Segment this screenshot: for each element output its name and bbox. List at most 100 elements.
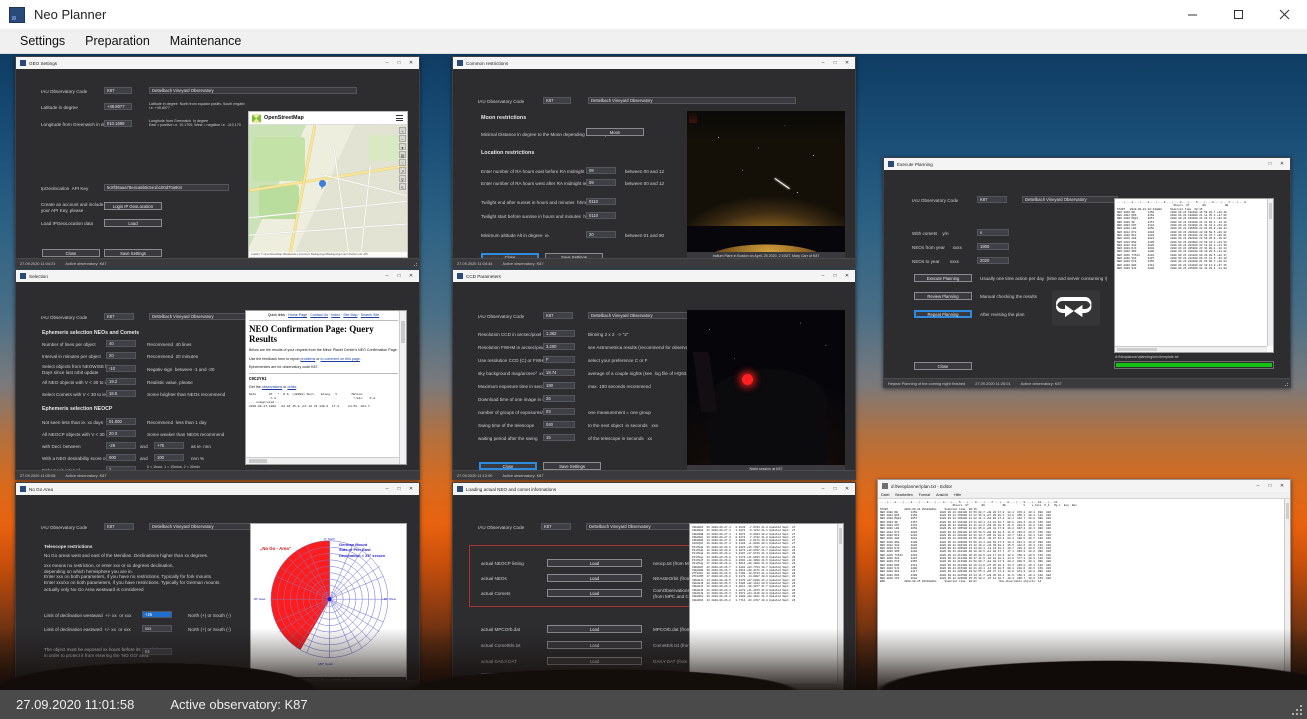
notepad-close-icon[interactable]: ✕ [1276, 480, 1288, 492]
common-field-ra-west[interactable]: 09 [586, 179, 616, 186]
nogo-maximize-icon[interactable]: □ [393, 483, 405, 495]
menu-settings[interactable]: Settings [10, 30, 75, 52]
nogo-close-icon[interactable]: ✕ [405, 483, 417, 495]
osm-zoom-in-icon[interactable]: + [399, 127, 406, 134]
selection-maximize-icon[interactable]: □ [393, 270, 405, 282]
ccd-field-wait[interactable]: 15 [543, 434, 575, 441]
hamburger-icon[interactable] [396, 115, 403, 121]
geo-field-iau[interactable]: K87 [104, 87, 132, 94]
common-close-icon[interactable]: ✕ [841, 57, 853, 69]
ccd-field-maxexp[interactable]: 180 [543, 382, 575, 389]
selection-field-lines[interactable]: 40 [106, 340, 136, 347]
ccd-close-icon[interactable]: ✕ [841, 270, 853, 282]
selection-field-neowise[interactable]: -10 [106, 365, 136, 372]
loading-close-icon[interactable]: ✕ [841, 483, 853, 495]
execute-close-icon[interactable]: ✕ [1276, 158, 1288, 170]
execute-field-iau[interactable]: K87 [977, 196, 1007, 203]
ccd-minimize-icon[interactable]: – [817, 270, 829, 282]
browser-hscrollbar[interactable] [246, 457, 399, 464]
quicklink-index[interactable]: Index [331, 313, 340, 317]
notepad-menu-ansicht[interactable]: Ansicht [936, 493, 948, 497]
geo-login-button[interactable]: Login IP GeoLocation [104, 202, 162, 210]
quicklink-search[interactable]: Search Site [361, 313, 380, 317]
selection-field-decl-min[interactable]: -29 [106, 442, 136, 449]
browser-link-orbits[interactable]: orbits [287, 385, 296, 389]
window-notepad[interactable]: d:\Neoplanner\plan.txt - Editor – □ ✕ Da… [877, 479, 1291, 690]
geo-field-longitude[interactable]: 010.1699 [104, 120, 132, 127]
loading-load-cometels-button[interactable]: Load [547, 641, 642, 649]
execute-plan-hscrollbar[interactable] [1115, 346, 1267, 352]
loading-minimize-icon[interactable]: – [817, 483, 829, 495]
ccd-field-use-res[interactable]: F [543, 356, 575, 363]
loading-data-panel[interactable]: C0EU2FZ 59 2020-09-27.4 0.9133 -7.9793 2… [689, 523, 844, 690]
notepad-maximize-icon[interactable]: □ [1264, 480, 1276, 492]
notepad-vscrollbar[interactable] [1284, 499, 1290, 690]
selection-field-iau[interactable]: K87 [104, 313, 134, 320]
nogo-minimize-icon[interactable]: – [381, 483, 393, 495]
geo-close-button[interactable]: Close [42, 249, 100, 257]
close-icon[interactable] [1261, 0, 1307, 29]
execute-close-button[interactable]: Close [914, 362, 972, 370]
ccd-field-groups[interactable]: 03 [543, 408, 575, 415]
geo-field-latitude[interactable]: +49.8077 [104, 103, 132, 110]
selection-browser-panel[interactable]: Quick links : Home Page · Contact Us · I… [245, 310, 407, 465]
nogo-field-dec-west[interactable]: +25 [142, 611, 172, 618]
ccd-maximize-icon[interactable]: □ [829, 270, 841, 282]
common-field-min-altitude[interactable]: 20 [586, 231, 616, 238]
browser-quicklinks[interactable]: Quick links : Home Page · Contact Us · I… [249, 313, 398, 317]
geo-close-icon[interactable]: ✕ [405, 57, 417, 69]
review-planning-button[interactable]: Review Planning [914, 292, 972, 300]
notepad-text-area[interactable]: ....|....1....|....2....|....3....|....4… [878, 499, 1290, 690]
quicklink-sitemap[interactable]: Site Map [343, 313, 357, 317]
selection-field-interval[interactable]: 20 [106, 352, 136, 359]
nogo-field-iau[interactable]: K87 [104, 523, 134, 530]
nogo-field-dec-east[interactable]: xxx [142, 625, 172, 632]
notepad-menu-bearbeiten[interactable]: Bearbeiten [895, 493, 912, 497]
osm-layers-icon[interactable]: ▤ [399, 151, 406, 158]
menu-preparation[interactable]: Preparation [75, 30, 160, 52]
ccd-close-button[interactable]: Close [479, 462, 537, 470]
selection-field-neo-v[interactable]: 19.2 [106, 378, 136, 385]
browser-link-comment[interactable]: to comment on this page [321, 357, 360, 361]
execute-restore-icon[interactable]: □ [1264, 158, 1276, 170]
maximize-icon[interactable] [1215, 0, 1261, 29]
browser-link-observations[interactable]: observations [262, 385, 282, 389]
osm-zoom-out-icon[interactable]: − [399, 135, 406, 142]
window-loading-neo[interactable]: Loading actual NEO and comet information… [452, 482, 856, 690]
loading-load-neos-button[interactable]: Load [547, 574, 642, 582]
geo-map-panel[interactable]: OpenStreetMap [248, 111, 408, 258]
geo-field-apikey[interactable]: 5c8f38aaa78e4ca6b5c5e1b100d70a904 [104, 184, 229, 191]
window-execute-planning[interactable]: Execute Planning □ ✕ IAU Observatory Cod… [883, 157, 1291, 388]
ccd-field-skybg[interactable]: 18.74 [543, 369, 575, 376]
loading-maximize-icon[interactable]: □ [829, 483, 841, 495]
selection-field-score-max[interactable]: 100 [154, 454, 184, 461]
common-field-iau[interactable]: K87 [543, 97, 571, 104]
execute-field-comets[interactable]: n [977, 229, 1009, 236]
execute-field-from-year[interactable]: 1900 [977, 243, 1009, 250]
repeat-planning-button[interactable]: Repeat Planning [914, 310, 972, 318]
selection-field-score-min[interactable]: 000 [106, 454, 136, 461]
execute-planning-button[interactable]: Execute Planning [914, 274, 972, 282]
quicklink-home[interactable]: Home Page [288, 313, 307, 317]
window-geo-settings[interactable]: GEO Settings – □ ✕ IAU Observatory Code … [15, 56, 420, 268]
osm-locate-icon[interactable]: ● [399, 143, 406, 150]
osm-canvas[interactable]: + − ● ▤ ⋮ ↗ ⚲ ↖ Leaflet | © OpenStreetMa… [249, 125, 407, 257]
common-field-twilight-start[interactable]: 0110 [586, 212, 616, 219]
execute-field-to-year[interactable]: 2020 [977, 257, 1009, 264]
loading-load-comets-button[interactable]: Load [547, 589, 642, 597]
notepad-menu-datei[interactable]: Datei [881, 493, 889, 497]
ccd-field-res-fwhm[interactable]: 3.200 [543, 343, 575, 350]
ccd-field-swing[interactable]: 040 [543, 421, 575, 428]
ccd-field-res-ccd[interactable]: 1.362 [543, 330, 575, 337]
osm-controls[interactable]: + − ● ▤ ⋮ ↗ ⚲ ↖ [399, 127, 406, 190]
ccd-field-iau[interactable]: K87 [543, 312, 573, 319]
notepad-minimize-icon[interactable]: – [1252, 480, 1264, 492]
execute-plan-panel[interactable]: ....|....1....|....2....|....3....|....4… [1114, 198, 1274, 353]
geo-save-button[interactable]: Save Settings [104, 249, 162, 257]
nogo-field-transit[interactable]: 02 [142, 648, 172, 655]
osm-query-icon[interactable]: ↖ [399, 183, 406, 190]
notepad-menu-hilfe[interactable]: Hilfe [954, 493, 961, 497]
execute-plan-vscrollbar[interactable] [1267, 199, 1273, 346]
common-moon-button[interactable]: Moon [586, 128, 644, 136]
ccd-field-download[interactable]: 26 [543, 395, 575, 402]
